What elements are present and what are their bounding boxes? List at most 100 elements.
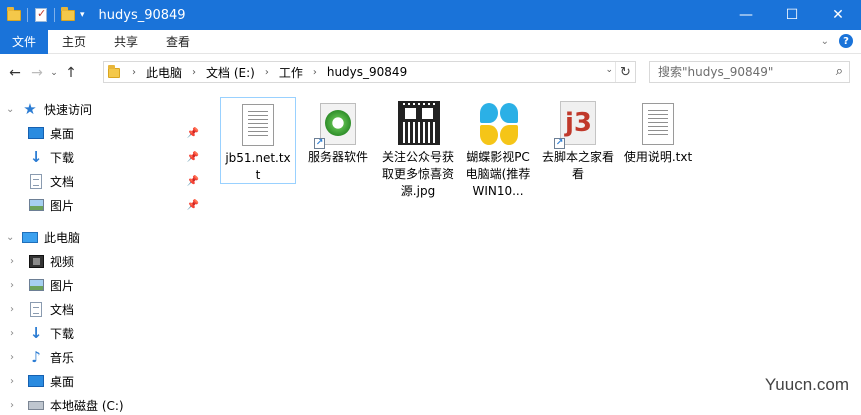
file-item[interactable]: 关注公众号获取更多惊喜资源.jpg bbox=[380, 97, 456, 202]
chevron-right-icon[interactable]: › bbox=[10, 256, 22, 267]
breadcrumb-separator-icon[interactable]: › bbox=[132, 67, 136, 78]
navigation-pane: ⌄ ★ 快速访问 桌面 📌 ↓ 下载 📌 文档 📌 图片 📌 ⌄ 此电脑 › 视… bbox=[0, 97, 207, 415]
watermark: Yuucn.com bbox=[764, 375, 849, 394]
minimize-button[interactable]: — bbox=[723, 0, 769, 30]
forward-arrow-icon[interactable]: → bbox=[26, 61, 48, 85]
chevron-right-icon[interactable]: › bbox=[10, 376, 22, 387]
file-item[interactable]: ↗ 服务器软件 bbox=[300, 97, 376, 168]
nav-item-pc-downloads[interactable]: › ↓ 下载 bbox=[0, 321, 207, 345]
file-name: 关注公众号获取更多惊喜资源.jpg bbox=[382, 150, 455, 198]
address-bar[interactable]: › 此电脑 › 文档 (E:) › 工作 › hudys_90849 ⌄ ↻ bbox=[103, 61, 636, 83]
search-box[interactable]: ⌕ bbox=[649, 61, 850, 83]
document-icon bbox=[28, 301, 44, 317]
folder-icon bbox=[6, 7, 22, 23]
nav-item-pc-documents[interactable]: › 文档 bbox=[0, 297, 207, 321]
file-name: 使用说明.txt bbox=[623, 150, 693, 164]
nav-label: 此电脑 bbox=[44, 230, 81, 245]
nav-label: 桌面 bbox=[50, 374, 75, 389]
chevron-down-icon[interactable]: ⌄ bbox=[6, 232, 18, 243]
nav-label: 下载 bbox=[50, 326, 75, 341]
tab-share[interactable]: 共享 bbox=[100, 30, 152, 54]
nav-item-desktop[interactable]: 桌面 📌 bbox=[0, 121, 207, 145]
new-folder-icon[interactable] bbox=[60, 7, 76, 23]
computer-icon bbox=[22, 229, 38, 245]
chevron-right-icon[interactable]: › bbox=[10, 400, 22, 411]
nav-item-pc-pictures[interactable]: › 图片 bbox=[0, 273, 207, 297]
qr-image-icon bbox=[394, 101, 442, 149]
jb-shortcut-icon: j3 ↗ bbox=[554, 101, 602, 149]
pin-icon[interactable]: 📌 bbox=[187, 152, 199, 163]
chevron-down-icon[interactable]: ⌄ bbox=[6, 104, 18, 115]
tab-file[interactable]: 文件 bbox=[0, 29, 49, 54]
file-list: jb51.net.txt ↗ 服务器软件 关注公众号获取更多惊喜资源.jpg 蝴… bbox=[214, 97, 854, 415]
breadcrumb-work[interactable]: 工作 bbox=[279, 64, 303, 81]
recent-locations-chevron-icon[interactable]: ⌄ bbox=[48, 61, 60, 85]
breadcrumb-separator-icon[interactable]: › bbox=[265, 67, 269, 78]
chevron-down-icon[interactable]: ▾ bbox=[80, 10, 85, 20]
nav-label: 桌面 bbox=[50, 126, 75, 141]
music-icon: ♪ bbox=[31, 348, 41, 366]
file-item[interactable]: j3 ↗ 去脚本之家看看 bbox=[540, 97, 616, 185]
file-name: jb51.net.txt bbox=[225, 151, 291, 182]
tab-home[interactable]: 主页 bbox=[48, 30, 100, 54]
back-arrow-icon[interactable]: ← bbox=[4, 61, 26, 85]
breadcrumb-current-folder[interactable]: hudys_90849 bbox=[327, 65, 407, 79]
search-input[interactable] bbox=[658, 65, 828, 79]
nav-label: 下载 bbox=[50, 150, 75, 165]
nav-item-pictures[interactable]: 图片 📌 bbox=[0, 193, 207, 217]
chevron-right-icon[interactable]: › bbox=[10, 304, 22, 315]
file-name: 去脚本之家看看 bbox=[542, 150, 615, 181]
quick-access-toolbar: ▾ bbox=[0, 0, 85, 30]
close-button[interactable]: ✕ bbox=[815, 0, 861, 30]
nav-item-local-disk-c[interactable]: › 本地磁盘 (C:) bbox=[0, 393, 207, 415]
tab-view[interactable]: 查看 bbox=[152, 30, 204, 54]
properties-icon[interactable] bbox=[33, 7, 49, 23]
window-title: hudys_90849 bbox=[98, 7, 186, 23]
pin-icon[interactable]: 📌 bbox=[187, 128, 199, 139]
text-file-icon bbox=[234, 102, 282, 150]
download-icon: ↓ bbox=[29, 148, 43, 166]
pin-icon[interactable]: 📌 bbox=[187, 176, 199, 187]
chevron-right-icon[interactable]: › bbox=[10, 352, 22, 363]
video-icon bbox=[28, 253, 44, 269]
nav-quick-access[interactable]: ⌄ ★ 快速访问 bbox=[0, 97, 207, 121]
nav-label: 文档 bbox=[50, 174, 75, 189]
nav-item-downloads[interactable]: ↓ 下载 📌 bbox=[0, 145, 207, 169]
address-dropdown-icon[interactable]: ⌄ bbox=[605, 65, 613, 75]
search-icon[interactable]: ⌕ bbox=[836, 64, 843, 79]
file-item[interactable]: 蝴蝶影视PC电脑端(推荐WIN10... bbox=[460, 97, 536, 202]
breadcrumb-drive-e[interactable]: 文档 (E:) bbox=[206, 64, 255, 81]
desktop-icon bbox=[28, 373, 44, 389]
nav-item-videos[interactable]: › 视频 bbox=[0, 249, 207, 273]
up-arrow-icon[interactable]: ↑ bbox=[60, 61, 82, 85]
chevron-right-icon[interactable]: › bbox=[10, 328, 22, 339]
disk-icon bbox=[28, 397, 44, 413]
refresh-icon[interactable]: ↻ bbox=[615, 62, 635, 82]
maximize-button[interactable]: ☐ bbox=[769, 0, 815, 30]
breadcrumb-separator-icon[interactable]: › bbox=[192, 67, 196, 78]
nav-this-pc[interactable]: ⌄ 此电脑 bbox=[0, 225, 207, 249]
download-icon: ↓ bbox=[29, 324, 43, 342]
nav-item-documents[interactable]: 文档 📌 bbox=[0, 169, 207, 193]
title-bar: ▾ hudys_90849 — ☐ ✕ bbox=[0, 0, 861, 30]
expand-ribbon-icon[interactable]: ⌄ bbox=[821, 36, 829, 47]
ribbon-tabs: 文件 主页 共享 查看 ⌄ ? bbox=[0, 29, 861, 54]
nav-item-pc-desktop[interactable]: › 桌面 bbox=[0, 369, 207, 393]
nav-label: 图片 bbox=[50, 198, 75, 213]
chevron-right-icon[interactable]: › bbox=[10, 280, 22, 291]
pin-icon[interactable]: 📌 bbox=[187, 200, 199, 211]
nav-label: 音乐 bbox=[50, 350, 75, 365]
butterfly-app-icon bbox=[474, 101, 522, 149]
breadcrumb-separator-icon[interactable]: › bbox=[313, 67, 317, 78]
nav-item-music[interactable]: › ♪ 音乐 bbox=[0, 345, 207, 369]
nav-label: 快速访问 bbox=[44, 102, 93, 117]
picture-icon bbox=[28, 277, 44, 293]
document-icon bbox=[28, 173, 44, 189]
nav-label: 视频 bbox=[50, 254, 75, 269]
breadcrumb-this-pc[interactable]: 此电脑 bbox=[146, 64, 182, 81]
text-file-icon bbox=[634, 101, 682, 149]
file-item[interactable]: jb51.net.txt bbox=[220, 97, 296, 184]
toolbar-divider bbox=[27, 8, 28, 22]
file-item[interactable]: 使用说明.txt bbox=[620, 97, 696, 168]
help-icon[interactable]: ? bbox=[839, 34, 853, 48]
